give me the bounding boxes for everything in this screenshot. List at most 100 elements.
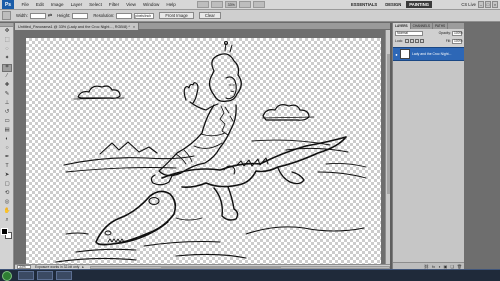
workspace-painting[interactable]: PAINTING bbox=[406, 1, 432, 8]
tool-preset-picker[interactable] bbox=[2, 11, 11, 20]
crocodile-nostril bbox=[104, 230, 112, 236]
lady-raised-hand bbox=[183, 82, 199, 104]
crocodile-back-leg bbox=[277, 167, 305, 185]
cloud-left bbox=[77, 85, 121, 99]
opacity-label: Opacity: bbox=[438, 31, 451, 35]
menu-layer[interactable]: Layer bbox=[67, 2, 86, 7]
gradient-icon[interactable]: ▤ bbox=[2, 127, 12, 135]
taskbar-item[interactable] bbox=[56, 271, 72, 280]
start-button[interactable] bbox=[2, 270, 12, 281]
cs-live-button[interactable]: CS Live bbox=[461, 2, 476, 7]
tools-panel-grip[interactable] bbox=[0, 23, 13, 27]
blend-opacity-row: Normal Opacity: 100% bbox=[393, 29, 464, 37]
resolution-unit-select[interactable]: pixels/inch bbox=[134, 12, 155, 19]
transparent-canvas[interactable] bbox=[26, 38, 381, 264]
lock-position-icon[interactable] bbox=[415, 39, 420, 43]
menu-view[interactable]: View bbox=[123, 2, 140, 7]
horizon-line bbox=[63, 155, 195, 166]
app-logo: Ps bbox=[2, 0, 14, 9]
crop-icon[interactable]: ⌗ bbox=[2, 64, 12, 72]
eraser-icon[interactable]: ▭ bbox=[2, 118, 12, 126]
horizontal-scroll-thumb[interactable] bbox=[161, 266, 281, 268]
tab-layers[interactable]: LAYERS bbox=[393, 23, 411, 29]
pen-icon[interactable]: ✒ bbox=[2, 154, 12, 162]
close-icon[interactable]: × bbox=[133, 25, 135, 29]
stamp-icon[interactable]: ⊥ bbox=[2, 100, 12, 108]
height-field[interactable] bbox=[72, 12, 89, 19]
shape-icon[interactable]: ▢ bbox=[2, 181, 12, 189]
lasso-icon[interactable]: ◌ bbox=[2, 46, 12, 54]
opacity-field[interactable]: 100% bbox=[452, 30, 463, 36]
fill-field[interactable]: 100% bbox=[452, 38, 463, 44]
clear-button[interactable]: Clear bbox=[198, 12, 221, 19]
tools-panel: ✥ ⬚ ◌ ✦ ⌗ ⁄ ✚ ✎ ⊥ ↺ ▭ ▤ ◐ ○ ✒ T ➤ ▢ ⟲ ◎ ✋ ⌕ bbox=[0, 23, 14, 269]
tab-channels[interactable]: CHANNELS bbox=[411, 23, 433, 29]
swap-dimensions-icon[interactable]: ⇄ bbox=[48, 13, 52, 19]
eyedropper-icon[interactable]: ⁄ bbox=[2, 73, 12, 81]
layer-row[interactable]: ● Lady and the Croc Night... bbox=[393, 47, 464, 61]
adjustment-layer-icon[interactable]: ◑ bbox=[438, 264, 440, 269]
brush-icon[interactable]: ✎ bbox=[2, 91, 12, 99]
blend-mode-select[interactable]: Normal bbox=[395, 30, 423, 36]
application-bar-controls: 33% bbox=[197, 1, 266, 8]
lock-all-icon[interactable] bbox=[420, 39, 425, 43]
magic-wand-icon[interactable]: ✦ bbox=[2, 55, 12, 63]
maximize-button[interactable]: □ bbox=[485, 1, 491, 8]
screen-mode-button[interactable] bbox=[253, 1, 266, 8]
tool-list: ✥ ⬚ ◌ ✦ ⌗ ⁄ ✚ ✎ ⊥ ↺ ▭ ▤ ◐ ○ ✒ T ➤ ▢ ⟲ ◎ ✋ ⌕ bbox=[0, 28, 13, 225]
3d-orbit-icon[interactable]: ◎ bbox=[2, 199, 12, 207]
photoshop-window: Ps File Edit Image Layer Select Filter V… bbox=[0, 0, 500, 281]
launch-bridge-button[interactable] bbox=[197, 1, 210, 8]
menu-file[interactable]: File bbox=[18, 2, 32, 7]
canvas-area[interactable] bbox=[15, 30, 390, 264]
width-field[interactable] bbox=[29, 12, 46, 19]
dodge-icon[interactable]: ○ bbox=[2, 145, 12, 153]
eye-icon[interactable]: ● bbox=[393, 52, 400, 57]
menu-image[interactable]: Image bbox=[47, 2, 67, 7]
workspace-essentials[interactable]: ESSENTIALS bbox=[348, 1, 380, 8]
3d-rotate-icon[interactable]: ⟲ bbox=[2, 190, 12, 198]
resolution-field[interactable] bbox=[116, 12, 133, 19]
line-art-drawing bbox=[55, 40, 367, 263]
type-icon[interactable]: T bbox=[2, 163, 12, 171]
minimize-button[interactable]: – bbox=[478, 1, 484, 8]
launch-mini-bridge-button[interactable] bbox=[211, 1, 224, 8]
new-layer-icon[interactable]: ❏ bbox=[450, 264, 454, 269]
workspace-design[interactable]: DESIGN bbox=[382, 1, 404, 8]
menu-edit[interactable]: Edit bbox=[32, 2, 47, 7]
document-tab-bar: Untitled_Panorama1 @ 33% (Lady and the C… bbox=[15, 23, 390, 30]
tab-paths[interactable]: PATHS bbox=[433, 23, 449, 29]
zoom-level-select[interactable]: 33% bbox=[225, 1, 238, 8]
marquee-icon[interactable]: ⬚ bbox=[2, 37, 12, 45]
foreground-color-swatch[interactable] bbox=[1, 228, 8, 235]
taskbar-item[interactable] bbox=[37, 271, 53, 280]
path-select-icon[interactable]: ➤ bbox=[2, 172, 12, 180]
front-image-button[interactable]: Front Image bbox=[159, 12, 194, 19]
menu-help[interactable]: Help bbox=[163, 2, 179, 7]
lock-label: Lock: bbox=[395, 39, 404, 43]
width-label: Width: bbox=[16, 13, 28, 18]
lock-transparent-icon[interactable] bbox=[405, 39, 410, 43]
arrange-documents-button[interactable] bbox=[239, 1, 252, 8]
taskbar-item[interactable] bbox=[18, 271, 34, 280]
lock-pixels-icon[interactable] bbox=[410, 39, 415, 43]
delete-layer-icon[interactable]: 🗑 bbox=[457, 264, 462, 269]
link-layers-icon[interactable]: ⛓ bbox=[424, 264, 429, 269]
menu-bar: Ps File Edit Image Layer Select Filter V… bbox=[0, 0, 500, 10]
zoom-icon[interactable]: ⌕ bbox=[2, 217, 12, 225]
menu-list: File Edit Image Layer Select Filter View… bbox=[18, 2, 179, 7]
crocodile-eye bbox=[148, 196, 160, 206]
menu-window[interactable]: Window bbox=[139, 2, 162, 7]
history-brush-icon[interactable]: ↺ bbox=[2, 109, 12, 117]
healing-icon[interactable]: ✚ bbox=[2, 82, 12, 90]
close-button[interactable]: × bbox=[492, 1, 498, 8]
layer-style-icon[interactable]: fx bbox=[432, 264, 435, 269]
menu-filter[interactable]: Filter bbox=[105, 2, 122, 7]
document-tab[interactable]: Untitled_Panorama1 @ 33% (Lady and the C… bbox=[15, 23, 140, 30]
blur-icon[interactable]: ◐ bbox=[2, 136, 12, 144]
menu-select[interactable]: Select bbox=[86, 2, 106, 7]
lady-hair bbox=[208, 53, 242, 103]
layer-mask-icon[interactable]: ▣ bbox=[444, 264, 448, 269]
hand-icon[interactable]: ✋ bbox=[2, 208, 12, 216]
move-icon[interactable]: ✥ bbox=[2, 28, 12, 36]
